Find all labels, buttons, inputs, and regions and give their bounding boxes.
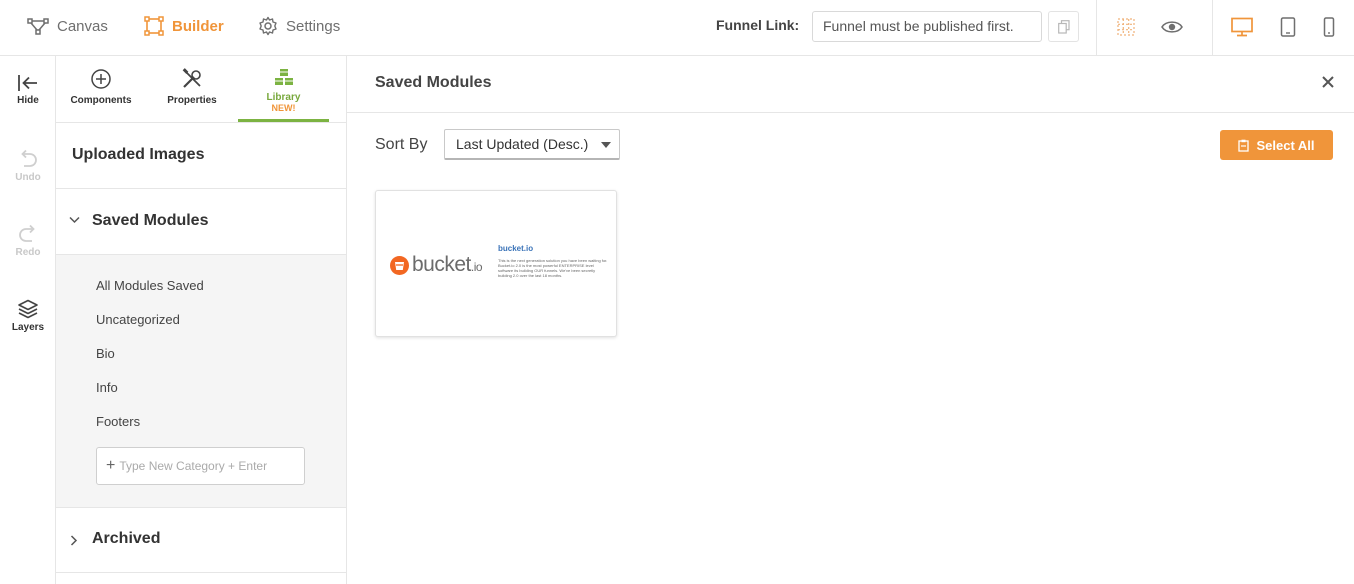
desktop-icon — [1231, 17, 1253, 37]
tablet-icon — [1280, 17, 1296, 37]
redo-icon — [19, 224, 35, 242]
select-all-button[interactable]: Select All — [1220, 130, 1333, 160]
divider — [1212, 0, 1213, 55]
category-item[interactable]: Footers — [96, 414, 140, 429]
copy-icon — [1057, 19, 1070, 34]
sort-by-label: Sort By — [375, 136, 428, 153]
grid-toggle-button[interactable] — [1113, 14, 1139, 40]
category-item[interactable]: Uncategorized — [96, 312, 180, 327]
category-item[interactable]: All Modules Saved — [96, 278, 204, 293]
grid-icon — [1117, 18, 1135, 36]
library-panel: Components Properties Library NEW! Uploa… — [56, 56, 347, 584]
section-title: Saved Modules — [92, 212, 209, 229]
layers-label: Layers — [11, 322, 45, 333]
builder-frame-icon — [144, 16, 164, 36]
select-all-label: Select All — [1256, 137, 1315, 153]
section-uploaded-images[interactable]: Uploaded Images — [56, 123, 346, 189]
nav-builder-label: Builder — [172, 17, 224, 35]
layers-button[interactable]: Layers — [0, 299, 56, 333]
preview-button[interactable] — [1159, 14, 1185, 40]
nav-canvas[interactable]: Canvas — [27, 0, 108, 52]
undo-icon — [21, 149, 37, 167]
cubes-icon — [274, 69, 293, 85]
mobile-view-button[interactable] — [1316, 14, 1342, 40]
new-badge: NEW! — [271, 103, 296, 113]
layers-icon — [18, 299, 38, 319]
copy-link-button[interactable] — [1048, 11, 1079, 42]
tab-components[interactable]: Components — [56, 56, 146, 123]
nav-settings[interactable]: Settings — [258, 0, 340, 52]
funnel-link-label: Funnel Link: — [716, 17, 800, 33]
tab-library-label: Library — [266, 92, 301, 103]
tools-icon — [182, 68, 201, 88]
category-item[interactable]: Info — [96, 380, 118, 395]
view-header: Saved Modules — [347, 56, 1354, 113]
sort-select[interactable]: Last Updated (Desc.) — [444, 129, 620, 160]
section-title: Archived — [92, 530, 161, 547]
mobile-icon — [1323, 17, 1335, 37]
logo-text: bucket.io — [412, 253, 483, 276]
module-body-text: This is the next generation solution you… — [498, 258, 608, 278]
vector-nodes-icon — [27, 18, 49, 35]
sort-select-value: Last Updated (Desc.) — [456, 136, 589, 152]
divider — [1096, 0, 1097, 55]
nav-canvas-label: Canvas — [57, 17, 108, 35]
section-saved-modules[interactable]: Saved Modules — [56, 189, 346, 255]
collapse-left-icon — [18, 75, 37, 91]
module-card[interactable]: bucket.io bucket.io This is the next gen… — [375, 190, 617, 337]
gear-icon — [259, 16, 277, 36]
bucket-logo-icon — [390, 255, 409, 275]
caret-down-icon — [601, 142, 611, 148]
undo-label: Undo — [15, 172, 41, 183]
tab-library[interactable]: Library NEW! — [238, 56, 329, 123]
saved-modules-categories: All Modules Saved Uncategorized Bio Info… — [56, 255, 346, 507]
top-bar: Canvas Builder Settings Funnel Link: Fun… — [0, 0, 1354, 56]
nav-builder[interactable]: Builder — [144, 0, 224, 52]
redo-label: Redo — [15, 247, 41, 258]
panel-tabs: Components Properties Library NEW! — [56, 56, 346, 123]
eye-icon — [1161, 21, 1183, 33]
close-icon[interactable] — [1320, 74, 1336, 90]
tablet-view-button[interactable] — [1275, 14, 1301, 40]
section-archived[interactable]: Archived — [56, 507, 346, 573]
tab-components-label: Components — [70, 95, 132, 106]
active-tab-indicator — [238, 119, 329, 122]
plus-circle-icon — [91, 69, 111, 89]
redo-button[interactable]: Redo — [0, 224, 56, 258]
page-title: Saved Modules — [375, 74, 492, 91]
hide-label: Hide — [17, 95, 39, 106]
left-rail: Hide Undo Redo Layers — [0, 56, 56, 584]
tab-properties-label: Properties — [167, 95, 217, 106]
chevron-down-icon — [69, 216, 80, 224]
module-heading: bucket.io — [498, 244, 534, 253]
category-item[interactable]: Bio — [96, 346, 115, 361]
funnel-link-field[interactable]: Funnel must be published first. — [812, 11, 1042, 42]
desktop-view-button[interactable] — [1229, 14, 1255, 40]
tab-properties[interactable]: Properties — [146, 56, 238, 123]
hide-panel-button[interactable]: Hide — [0, 74, 56, 106]
bucket-logo: bucket.io — [390, 253, 483, 277]
chevron-right-icon — [70, 535, 78, 546]
plus-icon: + — [106, 457, 116, 474]
new-category-placeholder: Type New Category + Enter — [119, 459, 268, 473]
clipboard-icon — [1238, 139, 1250, 152]
new-category-input[interactable]: + Type New Category + Enter — [96, 447, 305, 485]
nav-settings-label: Settings — [286, 17, 341, 35]
saved-modules-view: Saved Modules Sort By Last Updated (Desc… — [347, 56, 1354, 584]
section-title: Uploaded Images — [72, 146, 205, 163]
undo-button[interactable]: Undo — [0, 149, 56, 183]
